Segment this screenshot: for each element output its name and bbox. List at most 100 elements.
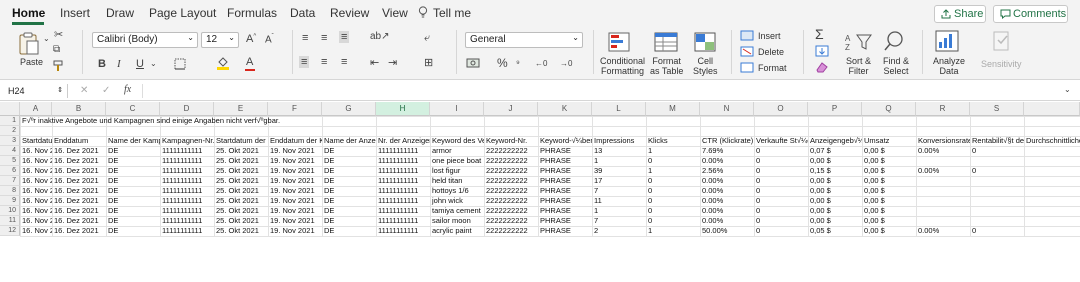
data-cell[interactable]: PHRASE: [538, 226, 592, 236]
share-button[interactable]: Share: [934, 5, 986, 23]
data-cell[interactable]: [916, 186, 970, 196]
data-cell[interactable]: PHRASE: [538, 146, 592, 156]
increase-font-size-icon[interactable]: A^: [246, 33, 256, 45]
header-cell[interactable]: Rentabilit√§t des Werbeaufwands: [970, 136, 1024, 146]
column-header-n[interactable]: N: [700, 102, 754, 116]
data-cell[interactable]: [970, 196, 1024, 206]
accounting-format-icon[interactable]: [466, 57, 480, 69]
data-cell[interactable]: 11111111111: [160, 226, 214, 236]
increase-decimal-icon[interactable]: ←0: [535, 59, 547, 68]
data-cell[interactable]: 0,05 $: [808, 226, 862, 236]
data-cell[interactable]: 0.00%: [700, 216, 754, 226]
insert-function-icon[interactable]: fx: [124, 84, 131, 95]
data-cell[interactable]: 11111111111: [376, 156, 430, 166]
cell-styles-icon[interactable]: [694, 32, 716, 52]
tab-home[interactable]: Home: [12, 6, 45, 20]
header-cell[interactable]: Konversionsrate: [916, 136, 970, 146]
align-left-icon[interactable]: ≡: [299, 56, 310, 68]
header-cell[interactable]: CTR (Klickrate): [700, 136, 754, 146]
column-header-r[interactable]: R: [916, 102, 970, 116]
tab-review[interactable]: Review: [330, 6, 369, 20]
data-cell[interactable]: 2: [592, 226, 646, 236]
data-cell[interactable]: 0: [646, 156, 700, 166]
data-cell[interactable]: 16. Nov 2021: [20, 206, 52, 216]
row-header-1[interactable]: 1: [0, 116, 20, 126]
merge-center-icon[interactable]: ⊞: [424, 56, 433, 69]
header-cell[interactable]: Startdatum der Kampagne: [214, 136, 268, 146]
data-cell[interactable]: DE: [322, 216, 376, 226]
decrease-font-size-icon[interactable]: Aˇ: [265, 34, 274, 45]
data-cell[interactable]: 25. Okt 2021: [214, 186, 268, 196]
sort-filter-icon[interactable]: AZ: [845, 32, 873, 52]
data-cell[interactable]: 11111111111: [376, 146, 430, 156]
font-name-dropdown[interactable]: Calibri (Body) ⌄: [92, 32, 198, 48]
data-cell[interactable]: 1: [646, 226, 700, 236]
tab-view[interactable]: View: [382, 6, 408, 20]
data-cell[interactable]: tamiya cement: [430, 206, 484, 216]
data-cell[interactable]: 2222222222: [484, 216, 538, 226]
data-cell[interactable]: 16. Nov 2021: [20, 186, 52, 196]
data-cell[interactable]: DE: [106, 166, 160, 176]
data-cell[interactable]: DE: [106, 176, 160, 186]
data-cell[interactable]: 1: [646, 146, 700, 156]
data-cell[interactable]: 0,00 $: [808, 176, 862, 186]
row-header-12[interactable]: 12: [0, 226, 20, 236]
data-cell[interactable]: PHRASE: [538, 176, 592, 186]
row-header-2[interactable]: 2: [0, 126, 20, 136]
font-color-icon[interactable]: A: [246, 56, 253, 68]
data-cell[interactable]: 2222222222: [484, 226, 538, 236]
data-cell[interactable]: sailor moon: [430, 216, 484, 226]
data-cell[interactable]: 0.00%: [700, 156, 754, 166]
data-cell[interactable]: 19. Nov 2021: [268, 166, 322, 176]
data-cell[interactable]: DE: [106, 206, 160, 216]
data-cell[interactable]: 0,15 $: [808, 166, 862, 176]
data-cell[interactable]: 11111111111: [376, 196, 430, 206]
data-cell[interactable]: 0: [646, 186, 700, 196]
data-cell[interactable]: DE: [322, 186, 376, 196]
row-header-11[interactable]: 11: [0, 216, 20, 226]
row-header-8[interactable]: 8: [0, 186, 20, 196]
data-cell[interactable]: 11: [592, 196, 646, 206]
data-cell[interactable]: PHRASE: [538, 206, 592, 216]
data-cell[interactable]: held titan: [430, 176, 484, 186]
column-header-h[interactable]: H: [376, 102, 430, 116]
data-cell[interactable]: one piece boat: [430, 156, 484, 166]
data-cell[interactable]: 2222222222: [484, 176, 538, 186]
data-cell[interactable]: 7.69%: [700, 146, 754, 156]
header-cell[interactable]: Name der Kampagne: [106, 136, 160, 146]
column-header-e[interactable]: E: [214, 102, 268, 116]
data-cell[interactable]: 0: [754, 166, 808, 176]
data-cell[interactable]: 11111111111: [160, 176, 214, 186]
column-header-k[interactable]: K: [538, 102, 592, 116]
format-painter-icon[interactable]: [53, 60, 65, 72]
row-header-4[interactable]: 4: [0, 146, 20, 156]
align-bottom-icon[interactable]: ≡: [339, 31, 350, 43]
data-cell[interactable]: 25. Okt 2021: [214, 146, 268, 156]
enter-icon[interactable]: ✓: [102, 85, 110, 96]
data-cell[interactable]: PHRASE: [538, 156, 592, 166]
data-cell[interactable]: DE: [322, 206, 376, 216]
data-cell[interactable]: [916, 176, 970, 186]
number-format-dropdown[interactable]: General ⌄: [465, 32, 583, 48]
data-cell[interactable]: 0.00%: [700, 196, 754, 206]
data-cell[interactable]: 11111111111: [160, 146, 214, 156]
data-cell[interactable]: hottoys 1/6: [430, 186, 484, 196]
tab-data[interactable]: Data: [290, 6, 315, 20]
data-cell[interactable]: PHRASE: [538, 196, 592, 206]
data-cell[interactable]: 16. Dez 2021: [52, 226, 106, 236]
data-cell[interactable]: 25. Okt 2021: [214, 176, 268, 186]
data-cell[interactable]: 25. Okt 2021: [214, 156, 268, 166]
data-cell[interactable]: 0,00 $: [808, 206, 862, 216]
data-cell[interactable]: 16. Dez 2021: [52, 216, 106, 226]
row-header-10[interactable]: 10: [0, 206, 20, 216]
data-cell[interactable]: [970, 186, 1024, 196]
bold-icon[interactable]: B: [98, 58, 106, 70]
data-cell[interactable]: 19. Nov 2021: [268, 176, 322, 186]
data-cell[interactable]: 19. Nov 2021: [268, 206, 322, 216]
data-cell[interactable]: 0,00 $: [862, 206, 916, 216]
data-cell[interactable]: 11111111111: [376, 186, 430, 196]
data-cell[interactable]: DE: [322, 226, 376, 236]
analyze-data-icon[interactable]: [935, 30, 959, 52]
format-cells-button[interactable]: Format: [758, 63, 787, 73]
format-as-table-label[interactable]: Format as Table: [650, 56, 683, 76]
